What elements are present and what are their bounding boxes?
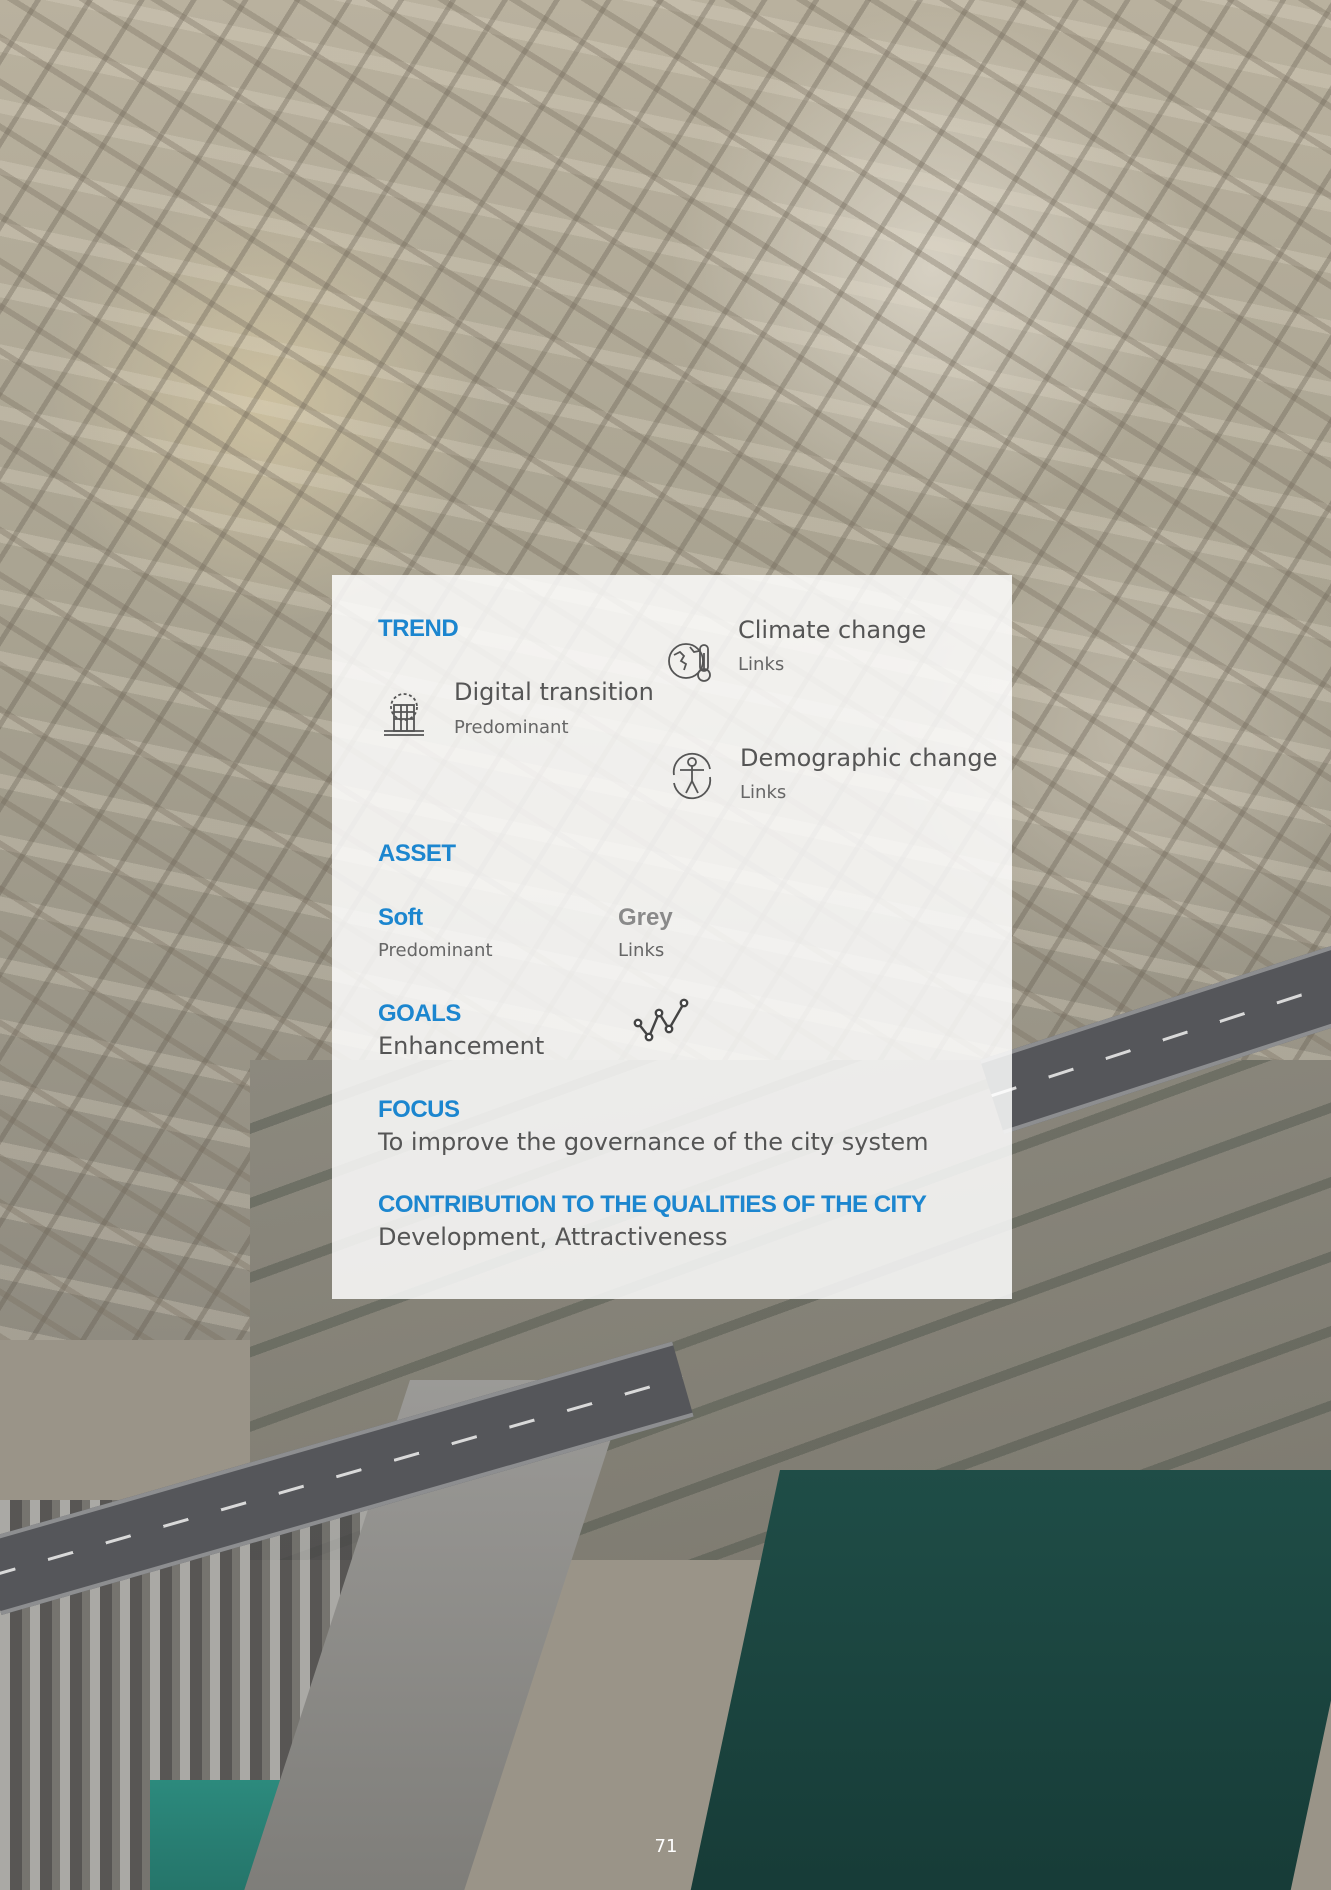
trend-climate-title: Climate change bbox=[738, 616, 927, 644]
info-card: TREND Digital transition Predominant Cli… bbox=[332, 575, 1012, 1299]
digital-building-icon bbox=[376, 685, 432, 741]
climate-globe-thermometer-icon bbox=[662, 633, 718, 689]
asset-soft-title: Soft bbox=[378, 904, 423, 931]
focus-heading: FOCUS bbox=[378, 1096, 460, 1123]
demographic-person-icon bbox=[664, 747, 720, 803]
trend-digital-level: Predominant bbox=[454, 717, 569, 738]
harbor-water bbox=[682, 1470, 1331, 1890]
page-number: 71 bbox=[654, 1836, 678, 1857]
contribution-heading: CONTRIBUTION TO THE QUALITIES OF THE CIT… bbox=[378, 1191, 927, 1218]
asset-grey-title: Grey bbox=[618, 904, 673, 931]
asset-grey-level: Links bbox=[618, 940, 665, 961]
goals-value: Enhancement bbox=[378, 1032, 545, 1060]
trend-demographic-level: Links bbox=[740, 782, 787, 803]
trend-line-icon bbox=[632, 993, 692, 1045]
goals-heading: GOALS bbox=[378, 1000, 461, 1027]
asset-heading: ASSET bbox=[378, 840, 456, 867]
contribution-value: Development, Attractiveness bbox=[378, 1223, 728, 1251]
trend-digital-title: Digital transition bbox=[454, 678, 654, 706]
focus-value: To improve the governance of the city sy… bbox=[378, 1128, 929, 1156]
trend-climate-level: Links bbox=[738, 654, 785, 675]
trend-demographic-title: Demographic change bbox=[740, 744, 998, 772]
asset-soft-level: Predominant bbox=[378, 940, 493, 961]
trend-heading: TREND bbox=[378, 615, 459, 642]
